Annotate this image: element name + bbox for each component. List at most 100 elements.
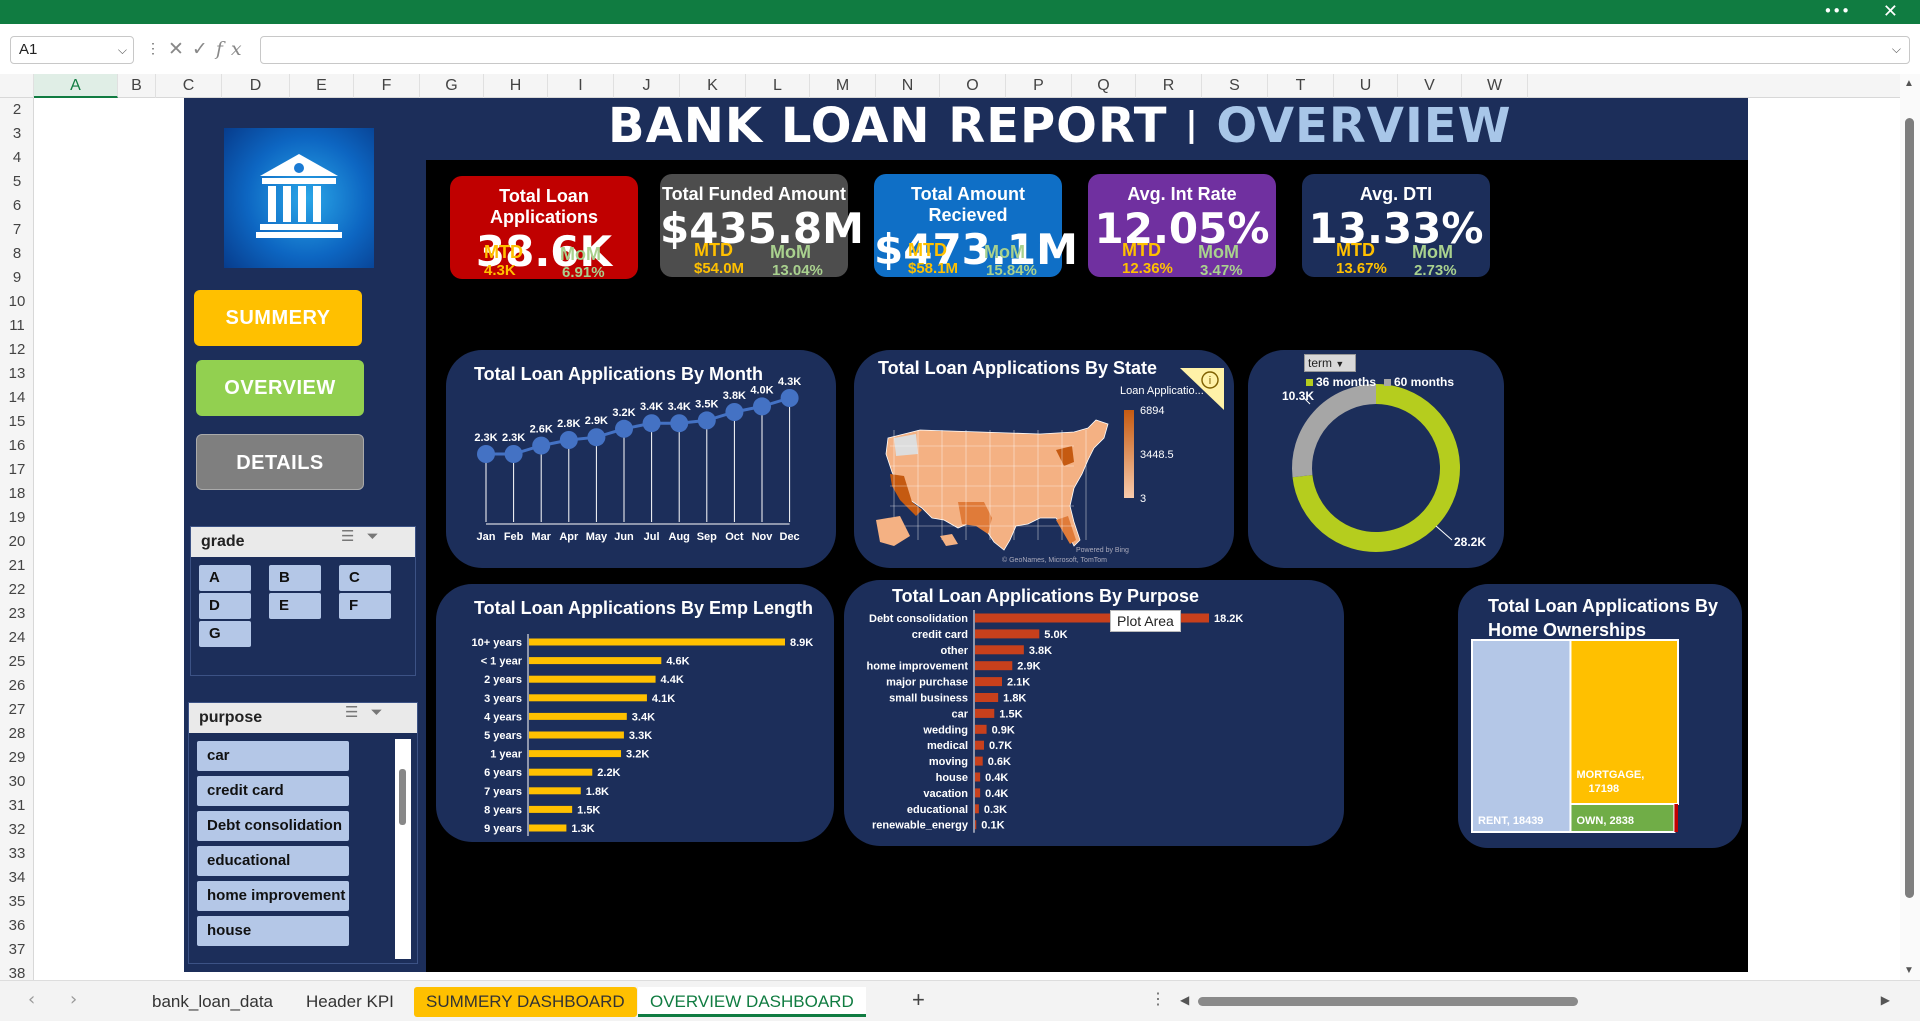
- purpose-slicer-item[interactable]: car: [197, 741, 349, 771]
- column-header-h[interactable]: H: [484, 74, 548, 98]
- row-header-5[interactable]: 5: [0, 170, 34, 194]
- grade-slicer-item[interactable]: D: [199, 593, 251, 619]
- row-header-3[interactable]: 3: [0, 122, 34, 146]
- row-header-22[interactable]: 22: [0, 578, 34, 602]
- row-header-17[interactable]: 17: [0, 458, 34, 482]
- column-header-n[interactable]: N: [876, 74, 940, 98]
- purpose-slicer-item[interactable]: home improvement: [197, 881, 349, 911]
- row-header-28[interactable]: 28: [0, 722, 34, 746]
- grade-slicer-item[interactable]: G: [199, 621, 251, 647]
- select-all-corner[interactable]: [0, 74, 34, 98]
- next-sheet-icon[interactable]: ›: [70, 989, 77, 1010]
- column-header-q[interactable]: Q: [1072, 74, 1136, 98]
- column-header-c[interactable]: C: [156, 74, 222, 98]
- row-header-31[interactable]: 31: [0, 794, 34, 818]
- formula-input[interactable]: ⌵: [260, 36, 1910, 64]
- row-header-37[interactable]: 37: [0, 938, 34, 962]
- chart-by-purpose[interactable]: Total Loan Applications By Purpose Debt …: [844, 580, 1344, 846]
- row-header-24[interactable]: 24: [0, 626, 34, 650]
- vertical-scroll-thumb[interactable]: [1905, 118, 1914, 898]
- vertical-scrollbar[interactable]: ▲ ▼: [1900, 74, 1920, 980]
- row-header-4[interactable]: 4: [0, 146, 34, 170]
- column-header-j[interactable]: J: [614, 74, 680, 98]
- row-header-19[interactable]: 19: [0, 506, 34, 530]
- chevron-down-icon[interactable]: ⌵: [118, 37, 127, 63]
- column-header-p[interactable]: P: [1006, 74, 1072, 98]
- row-header-32[interactable]: 32: [0, 818, 34, 842]
- insert-function-icon[interactable]: fx: [216, 38, 250, 60]
- column-header-e[interactable]: E: [290, 74, 354, 98]
- column-header-t[interactable]: T: [1268, 74, 1334, 98]
- row-header-29[interactable]: 29: [0, 746, 34, 770]
- row-header-30[interactable]: 30: [0, 770, 34, 794]
- row-header-6[interactable]: 6: [0, 194, 34, 218]
- clear-filter-icon[interactable]: ⏷: [366, 527, 390, 545]
- clear-filter-icon[interactable]: ⏷: [370, 703, 394, 721]
- expand-formula-icon[interactable]: ⌵: [1892, 42, 1901, 57]
- row-header-15[interactable]: 15: [0, 410, 34, 434]
- row-header-23[interactable]: 23: [0, 602, 34, 626]
- chart-by-month[interactable]: Total Loan Applications By Month 2.3K Jan…: [446, 350, 836, 568]
- row-header-26[interactable]: 26: [0, 674, 34, 698]
- grade-slicer-item[interactable]: F: [339, 593, 391, 619]
- grade-slicer-item[interactable]: E: [269, 593, 321, 619]
- row-header-36[interactable]: 36: [0, 914, 34, 938]
- cancel-icon[interactable]: ✕: [168, 38, 192, 60]
- scroll-up-icon[interactable]: ▲: [1904, 78, 1914, 89]
- chart-by-emp-length[interactable]: Total Loan Applications By Emp Length 10…: [436, 584, 834, 842]
- purpose-slicer-scroll-thumb[interactable]: [399, 769, 406, 825]
- sheet-tab-bank-loan-data[interactable]: bank_loan_data: [140, 987, 285, 1017]
- sheet-tab-summery-dashboard[interactable]: SUMMERY DASHBOARD: [414, 987, 637, 1017]
- purpose-slicer-scrollbar[interactable]: [395, 739, 411, 959]
- column-header-v[interactable]: V: [1398, 74, 1462, 98]
- scroll-right-icon[interactable]: ▶: [1881, 993, 1890, 1007]
- summery-button[interactable]: SUMMERY: [194, 290, 362, 346]
- column-header-u[interactable]: U: [1334, 74, 1398, 98]
- name-box[interactable]: A1 ⌵: [10, 36, 134, 64]
- column-header-k[interactable]: K: [680, 74, 746, 98]
- prev-sheet-icon[interactable]: ‹: [28, 989, 35, 1010]
- scroll-left-icon[interactable]: ◀: [1180, 993, 1189, 1007]
- column-header-g[interactable]: G: [420, 74, 484, 98]
- row-header-10[interactable]: 10: [0, 290, 34, 314]
- grade-slicer-item[interactable]: C: [339, 565, 391, 591]
- column-header-l[interactable]: L: [746, 74, 810, 98]
- enter-icon[interactable]: ✓: [192, 38, 216, 60]
- column-header-o[interactable]: O: [940, 74, 1006, 98]
- sheet-tab-header-kpi[interactable]: Header KPI: [294, 987, 406, 1017]
- column-header-b[interactable]: B: [118, 74, 156, 98]
- scroll-down-icon[interactable]: ▼: [1904, 965, 1914, 976]
- column-header-d[interactable]: D: [222, 74, 290, 98]
- chart-by-term[interactable]: 36 months 60 months 10.3K 28.2K term ▼: [1248, 350, 1504, 568]
- column-header-m[interactable]: M: [810, 74, 876, 98]
- row-header-8[interactable]: 8: [0, 242, 34, 266]
- purpose-slicer-item[interactable]: educational: [197, 846, 349, 876]
- row-header-21[interactable]: 21: [0, 554, 34, 578]
- details-button[interactable]: DETAILS: [196, 434, 364, 490]
- chart-by-home-ownership[interactable]: Total Loan Applications By Home Ownership…: [1458, 584, 1742, 848]
- row-header-25[interactable]: 25: [0, 650, 34, 674]
- column-header-w[interactable]: W: [1462, 74, 1528, 98]
- row-header-16[interactable]: 16: [0, 434, 34, 458]
- add-sheet-icon[interactable]: +: [912, 987, 925, 1013]
- chart-by-state[interactable]: Total Loan Applications By State i Loan A…: [854, 350, 1234, 568]
- horizontal-scrollbar[interactable]: ◀ ▶: [1180, 993, 1890, 1009]
- column-header-i[interactable]: I: [548, 74, 614, 98]
- row-header-33[interactable]: 33: [0, 842, 34, 866]
- purpose-slicer-item[interactable]: credit card: [197, 776, 349, 806]
- row-header-13[interactable]: 13: [0, 362, 34, 386]
- column-header-f[interactable]: F: [354, 74, 420, 98]
- purpose-slicer-item[interactable]: house: [197, 916, 349, 946]
- multi-select-icon[interactable]: ☰: [341, 527, 366, 545]
- term-filter-button[interactable]: term ▼: [1304, 354, 1356, 372]
- row-header-14[interactable]: 14: [0, 386, 34, 410]
- more-options-icon[interactable]: •••: [1823, 0, 1850, 22]
- grade-slicer-item[interactable]: B: [269, 565, 321, 591]
- sheet-tab-overview-dashboard[interactable]: OVERVIEW DASHBOARD: [638, 987, 866, 1017]
- column-header-r[interactable]: R: [1136, 74, 1202, 98]
- row-header-35[interactable]: 35: [0, 890, 34, 914]
- purpose-slicer-item[interactable]: Debt consolidation: [197, 811, 349, 841]
- row-header-34[interactable]: 34: [0, 866, 34, 890]
- row-header-2[interactable]: 2: [0, 98, 34, 122]
- overview-button[interactable]: OVERVIEW: [196, 360, 364, 416]
